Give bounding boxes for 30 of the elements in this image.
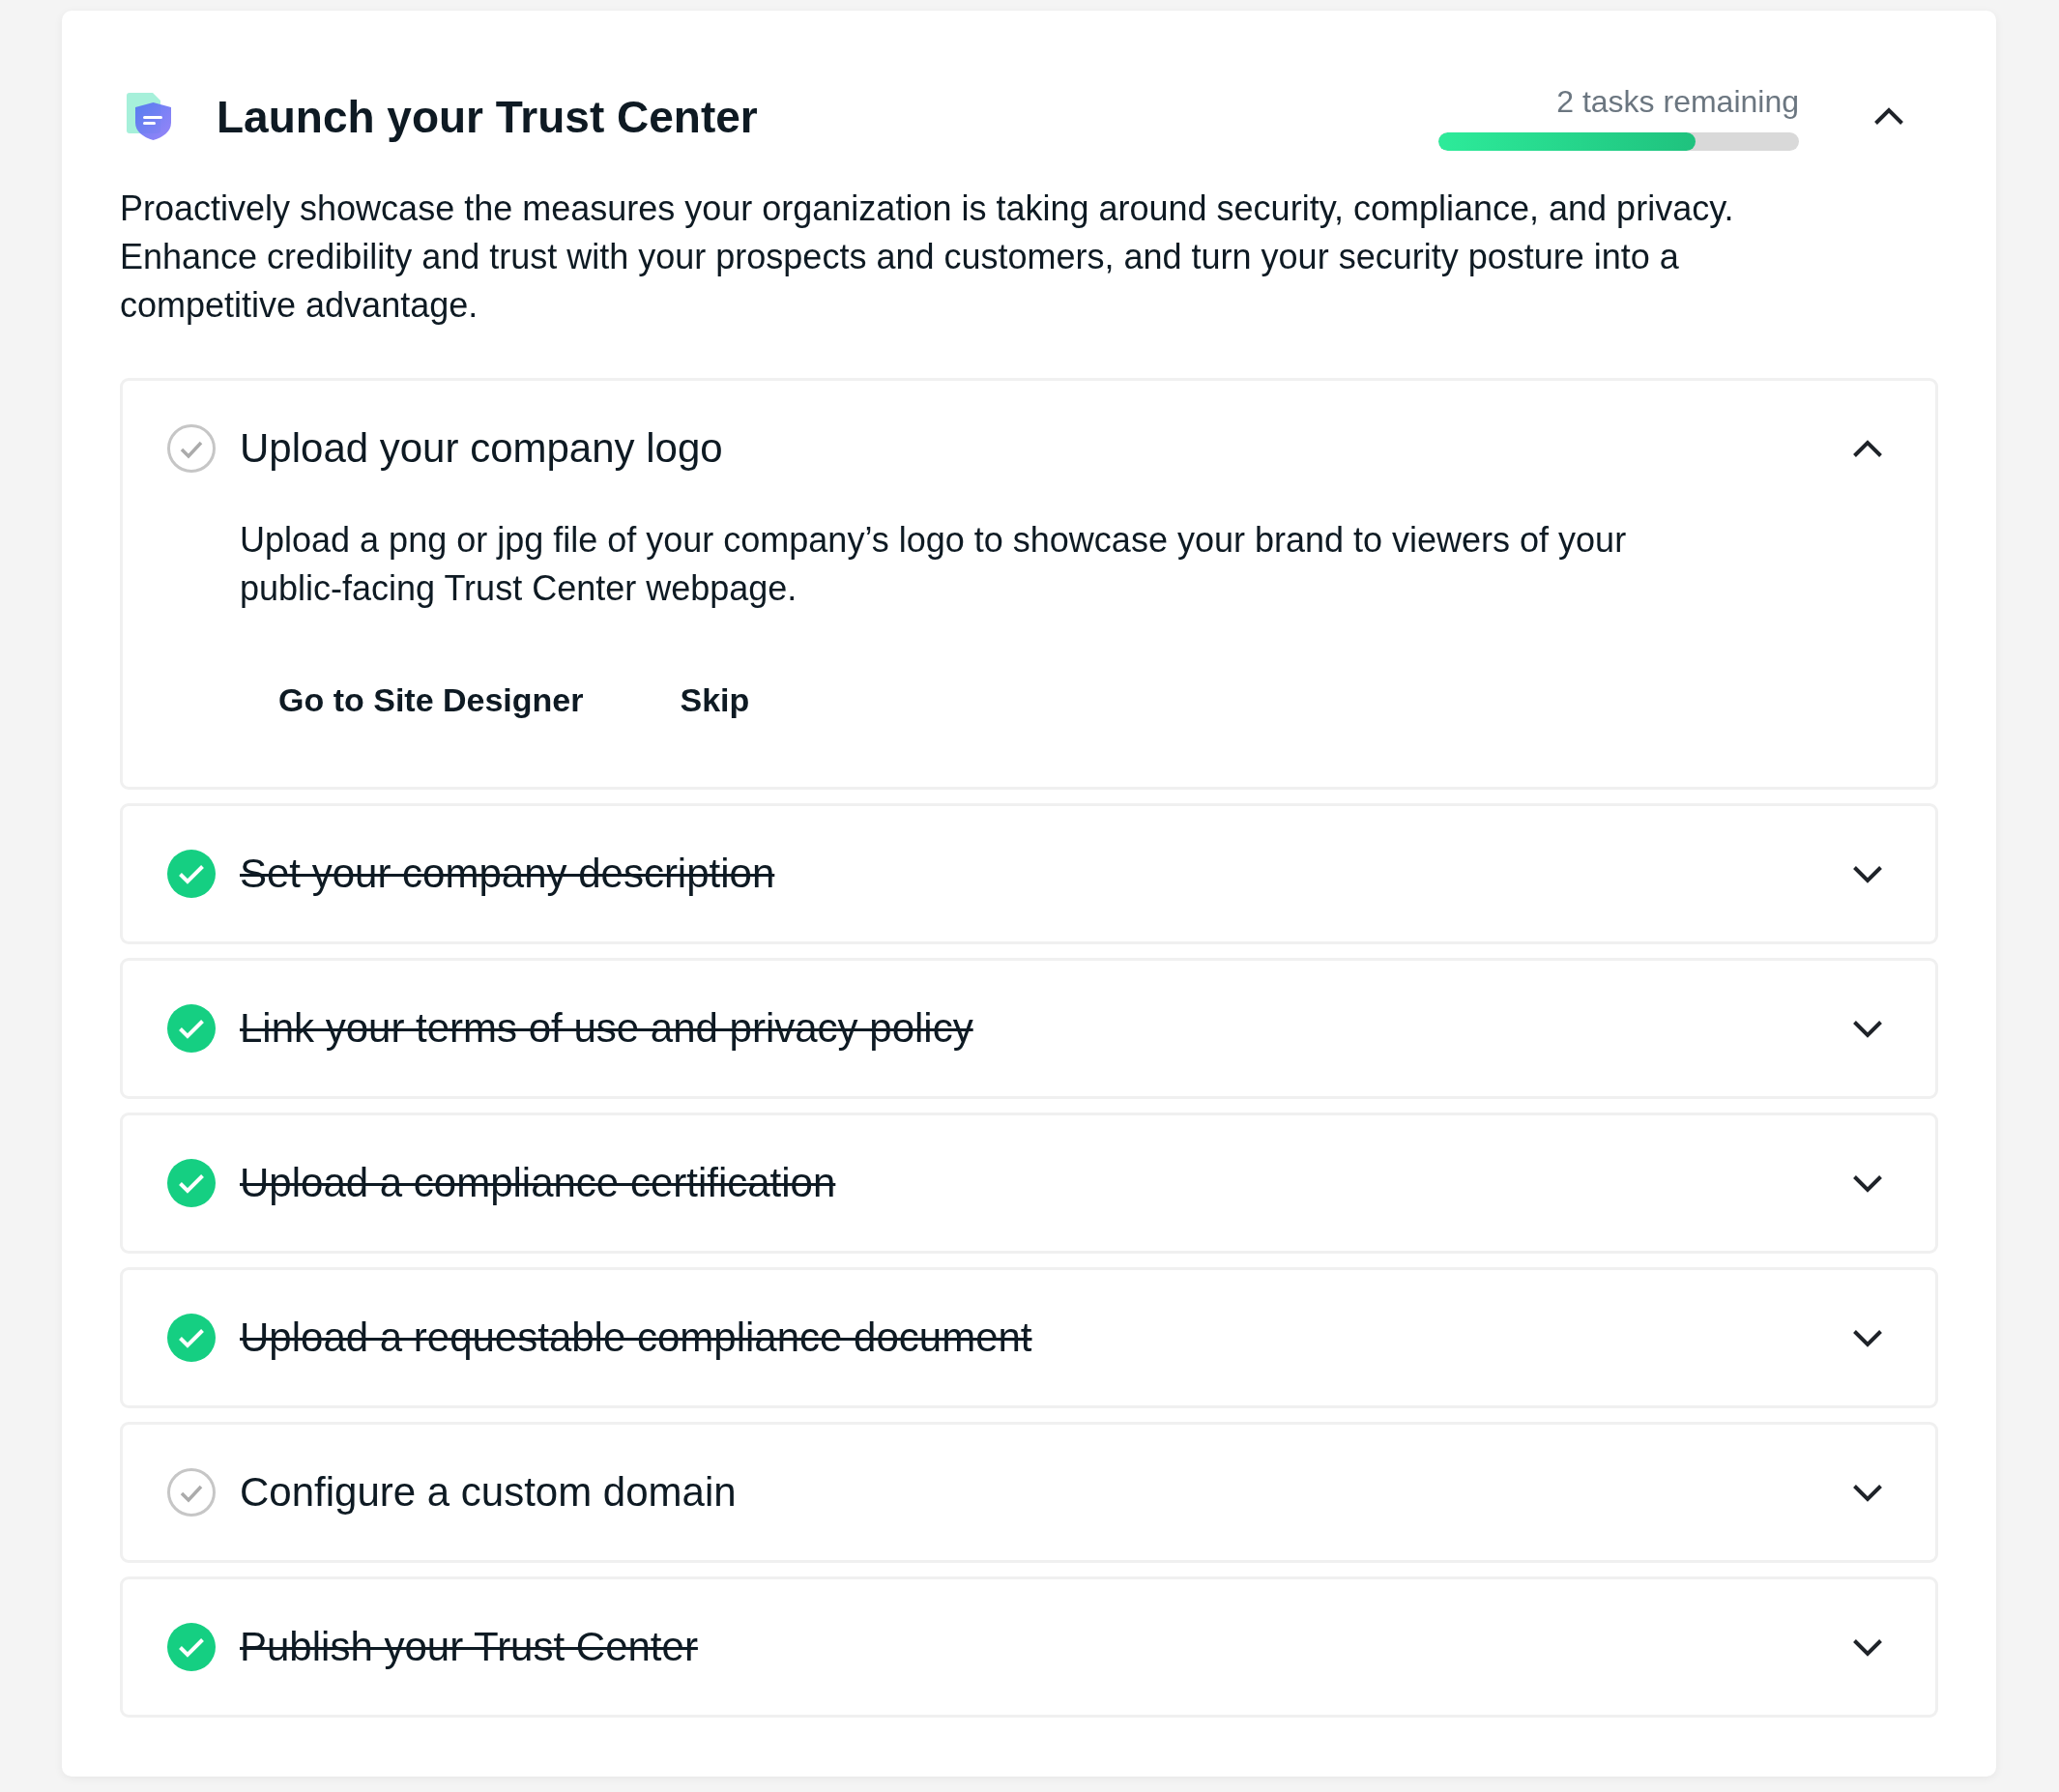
chevron-down-icon [1853,1637,1882,1657]
task-title: Publish your Trust Center [240,1623,698,1671]
chevron-down-icon [1853,864,1882,883]
task-title: Configure a custom domain [240,1468,737,1517]
intro-text: Proactively showcase the measures your organization is taking around security, compliance, and privacy. Enhance credibility and trust with your prospects and customers, and turn your security posture into a competitive advantage. [120,188,1735,327]
expand-toggle-button[interactable] [1853,439,1882,458]
expand-toggle-button[interactable] [1853,1019,1882,1038]
chevron-down-icon [1853,1173,1882,1193]
collapse-toggle-button[interactable] [1874,107,1903,126]
expand-toggle-button[interactable] [1853,864,1882,883]
shield-document-icon [127,93,171,140]
chevron-down-icon [1853,1483,1882,1502]
expand-toggle-button[interactable] [1853,1328,1882,1347]
expand-toggle-button[interactable] [1853,1637,1882,1657]
action-link[interactable]: Skip [680,680,750,719]
task-title: Upload your company logo [240,424,723,473]
tasks-remaining-label: 2 tasks remaining [1556,83,1799,121]
task-description: Upload a png or jpg file of your company’s logo to showcase your brand to viewers of your public-facing Trust Center webpage. [240,519,1628,610]
checklist-title: Launch your Trust Center [217,90,758,144]
chevron-up-icon [1874,107,1903,126]
chevron-down-icon [1853,1328,1882,1347]
task-title: Link your terms of use and privacy policy [240,1004,973,1053]
task-title: Upload a compliance certification [240,1159,836,1207]
task-title: Upload a requestable compliance document [240,1314,1032,1362]
chevron-down-icon [1853,1019,1882,1038]
action-link[interactable]: Go to Site Designer [278,680,584,719]
expand-toggle-button[interactable] [1853,1483,1882,1502]
expand-toggle-button[interactable] [1853,1173,1882,1193]
task-title: Set your company description [240,850,775,898]
chevron-up-icon [1853,439,1882,458]
